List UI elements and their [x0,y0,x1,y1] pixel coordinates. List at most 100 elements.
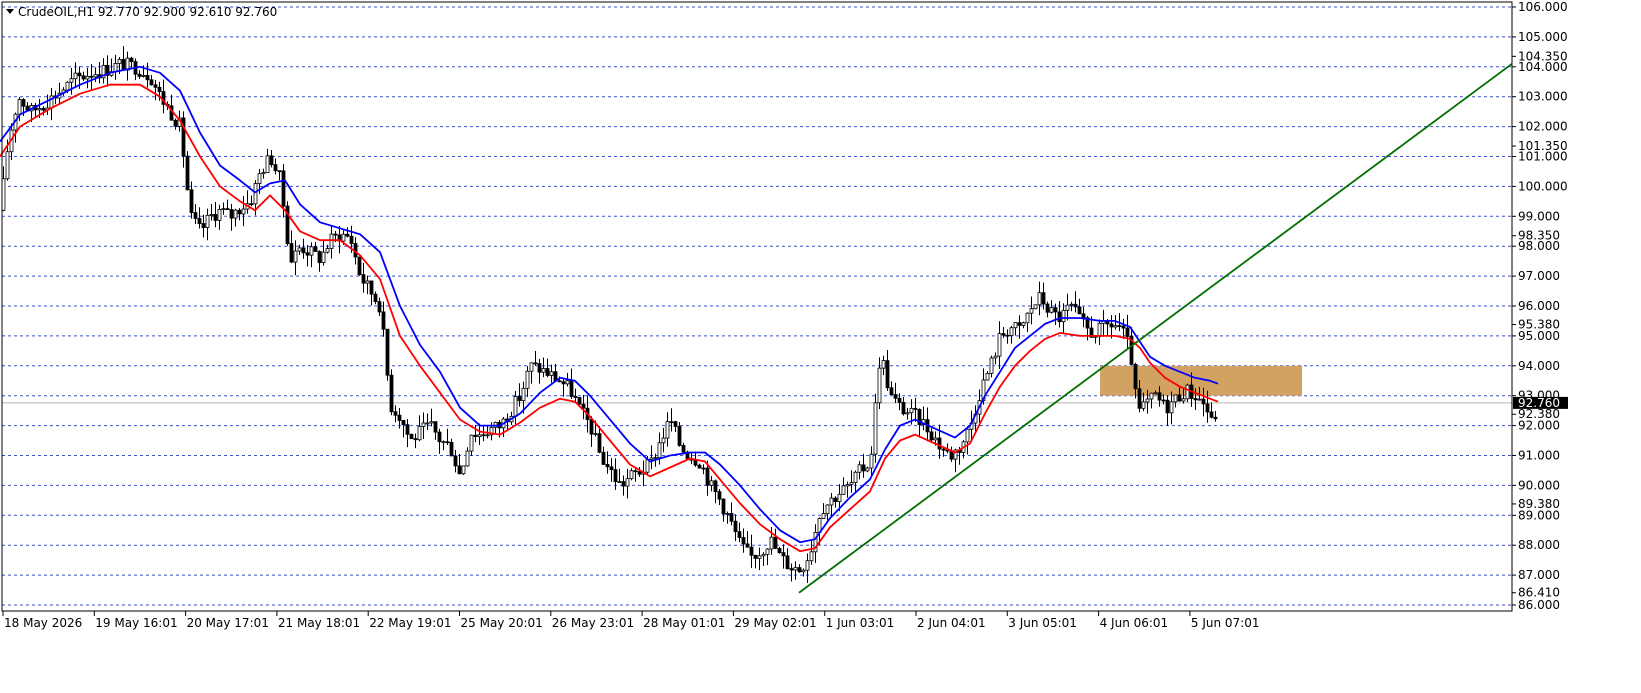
candle-body [1109,323,1114,328]
candle-body [1213,416,1218,420]
candle-body [753,554,758,559]
candle-body [889,387,894,395]
candle-body [853,471,858,484]
candle-body [1053,307,1058,313]
candle-body [1045,303,1050,313]
candle-body [325,248,330,253]
candle-body [281,170,286,207]
candle-body [1049,307,1054,313]
time-label: 28 May 01:01 [643,616,725,630]
candle-body [205,214,210,228]
candle-body [317,250,322,264]
candle-body [309,246,314,256]
candle-body [73,72,78,80]
candle-body [189,189,194,213]
price-label: 103.000 [1518,90,1568,104]
time-label: 2 Jun 04:01 [917,616,986,630]
candle-body [1041,292,1046,305]
candle-body [713,480,718,493]
candle-body [1061,309,1066,323]
candle-body [1165,399,1170,414]
candle-body [1081,313,1086,319]
candle-body [1017,322,1022,326]
candle-body [185,155,190,191]
candle-body [253,183,258,205]
candle-body [393,411,398,416]
candle-body [629,470,634,480]
candle-body [1153,392,1158,395]
price-label: 91.000 [1518,449,1560,463]
time-label: 3 Jun 05:01 [1008,616,1077,630]
candle-body [577,397,582,405]
candle-body [841,485,846,495]
candle-body [1013,322,1018,329]
candle-body [589,419,594,435]
candle-body [1073,303,1078,308]
candle-body [1157,392,1162,401]
candle-body [469,434,474,452]
time-label: 18 May 2026 [4,616,82,630]
candle-body [605,464,610,468]
candle-body [357,256,362,276]
candle-body [965,428,970,443]
candle-body [405,424,410,435]
candle-body [877,367,882,404]
candle-body [569,380,574,397]
candle-body [141,74,146,77]
candle-body [905,412,910,415]
candle-body [237,209,242,215]
supply-zone [1100,365,1302,396]
candle-body [541,368,546,373]
candle-body [1137,388,1142,409]
candle-body [1177,394,1182,402]
candle-body [333,233,338,236]
candle-body [1197,398,1202,401]
candle-body [929,431,934,441]
candle-body [369,280,374,295]
candle-body [17,99,22,115]
candle-body [837,493,842,502]
candle-body [241,208,246,215]
candle-body [21,99,26,107]
candle-body [1125,327,1130,337]
candle-body [777,548,782,554]
candle-body [733,520,738,533]
price-label: 102.000 [1518,120,1568,134]
candle-body [1021,322,1026,326]
candle-body [1005,334,1010,337]
candle-body [461,465,466,475]
candle-body [1029,308,1034,314]
candle-body [361,274,366,284]
candle-body [857,464,862,473]
candle-body [329,233,334,249]
candle-body [861,464,866,472]
price-axis[interactable]: 106.000105.000104.350104.000103.000102.0… [1512,0,1568,612]
candle-body [537,363,542,373]
candle-body [741,537,746,545]
candle-body [1185,384,1190,400]
price-label: 99.000 [1518,209,1560,223]
candle-body [617,481,622,483]
candle-body [789,568,794,571]
candle-body [153,84,158,88]
candle-body [269,155,274,166]
price-label: 88.000 [1518,538,1560,552]
candle-body [409,433,414,440]
candle-body [573,396,578,399]
chart-window[interactable]: 106.000 105.000 104.350 104.000 103.000 102.0… [0,0,1641,693]
candle-body [93,74,98,78]
candle-body [213,214,218,221]
candle-body [1069,303,1074,306]
price-chart[interactable]: 106.000105.000104.350104.000103.000102.0… [0,0,1641,693]
candle-body [365,280,370,284]
candle-body [453,455,458,467]
candle-body [937,437,942,450]
candle-body [65,81,70,91]
candle-body [1141,401,1146,409]
candle-body [225,208,230,211]
candle-body [441,441,446,444]
candle-body [865,467,870,472]
candle-body [137,73,142,77]
candle-body [5,151,10,180]
candle-body [297,247,302,252]
